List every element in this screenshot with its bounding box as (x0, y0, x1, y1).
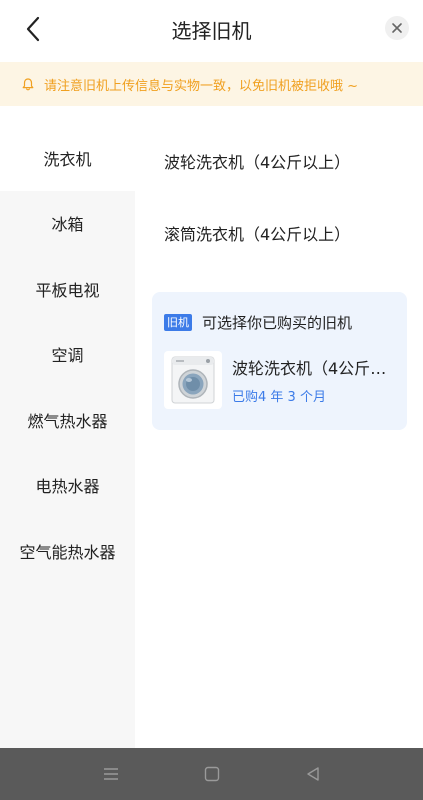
system-nav-bar (0, 748, 423, 800)
sidebar-item-electric-water-heater[interactable]: 电热水器 (0, 453, 135, 519)
close-button[interactable] (385, 16, 409, 40)
sidebar-item-heat-pump-water-heater[interactable]: 空气能热水器 (0, 518, 135, 584)
sidebar-item-washing-machine[interactable]: 洗衣机 (0, 125, 135, 191)
old-device-tag: 旧机 (164, 314, 192, 331)
owned-device-card: 旧机 可选择你已购买的旧机 波轮洗衣机（4公斤以上） 已购4 年 3 个月 (152, 292, 407, 430)
washing-machine-image (164, 351, 222, 409)
owned-product-item[interactable]: 波轮洗衣机（4公斤以上） 已购4 年 3 个月 (164, 350, 399, 410)
owned-device-hint: 可选择你已购买的旧机 (202, 314, 353, 332)
notice-banner: 请注意旧机上传信息与实物一致，以免旧机被拒收哦 ~ (0, 62, 423, 106)
page-title: 选择旧机 (171, 19, 252, 43)
washing-machine-icon (171, 356, 215, 404)
header: 选择旧机 (0, 0, 423, 58)
menu-icon (103, 768, 118, 780)
home-nav-button[interactable] (192, 754, 232, 794)
back-triangle-icon (306, 767, 319, 781)
owned-device-header: 旧机 可选择你已购买的旧机 (164, 312, 352, 333)
owned-product-name: 波轮洗衣机（4公斤以上） (232, 359, 387, 378)
sidebar-item-refrigerator[interactable]: 冰箱 (0, 191, 135, 257)
bell-icon (22, 77, 34, 91)
home-square-icon (204, 766, 219, 782)
close-icon (392, 23, 402, 33)
sidebar-item-gas-water-heater[interactable]: 燃气热水器 (0, 387, 135, 453)
owned-product-age: 已购4 年 3 个月 (232, 390, 326, 405)
notice-text: 请注意旧机上传信息与实物一致，以免旧机被拒收哦 ~ (44, 78, 359, 94)
sidebar-item-flat-tv[interactable]: 平板电视 (0, 256, 135, 322)
category-sidebar: 洗衣机 冰箱 平板电视 空调 燃气热水器 电热水器 空气能热水器 (0, 125, 135, 748)
subcategory-top-load-washer[interactable]: 波轮洗衣机（4公斤以上） (135, 125, 423, 197)
subcategory-front-load-washer[interactable]: 滚筒洗衣机（4公斤以上） (135, 197, 423, 269)
subcategory-panel: 波轮洗衣机（4公斤以上） 滚筒洗衣机（4公斤以上） 旧机 可选择你已购买的旧机 (135, 125, 423, 748)
back-nav-button[interactable] (293, 754, 333, 794)
menu-nav-button[interactable] (91, 754, 131, 794)
sidebar-item-air-conditioner[interactable]: 空调 (0, 322, 135, 388)
